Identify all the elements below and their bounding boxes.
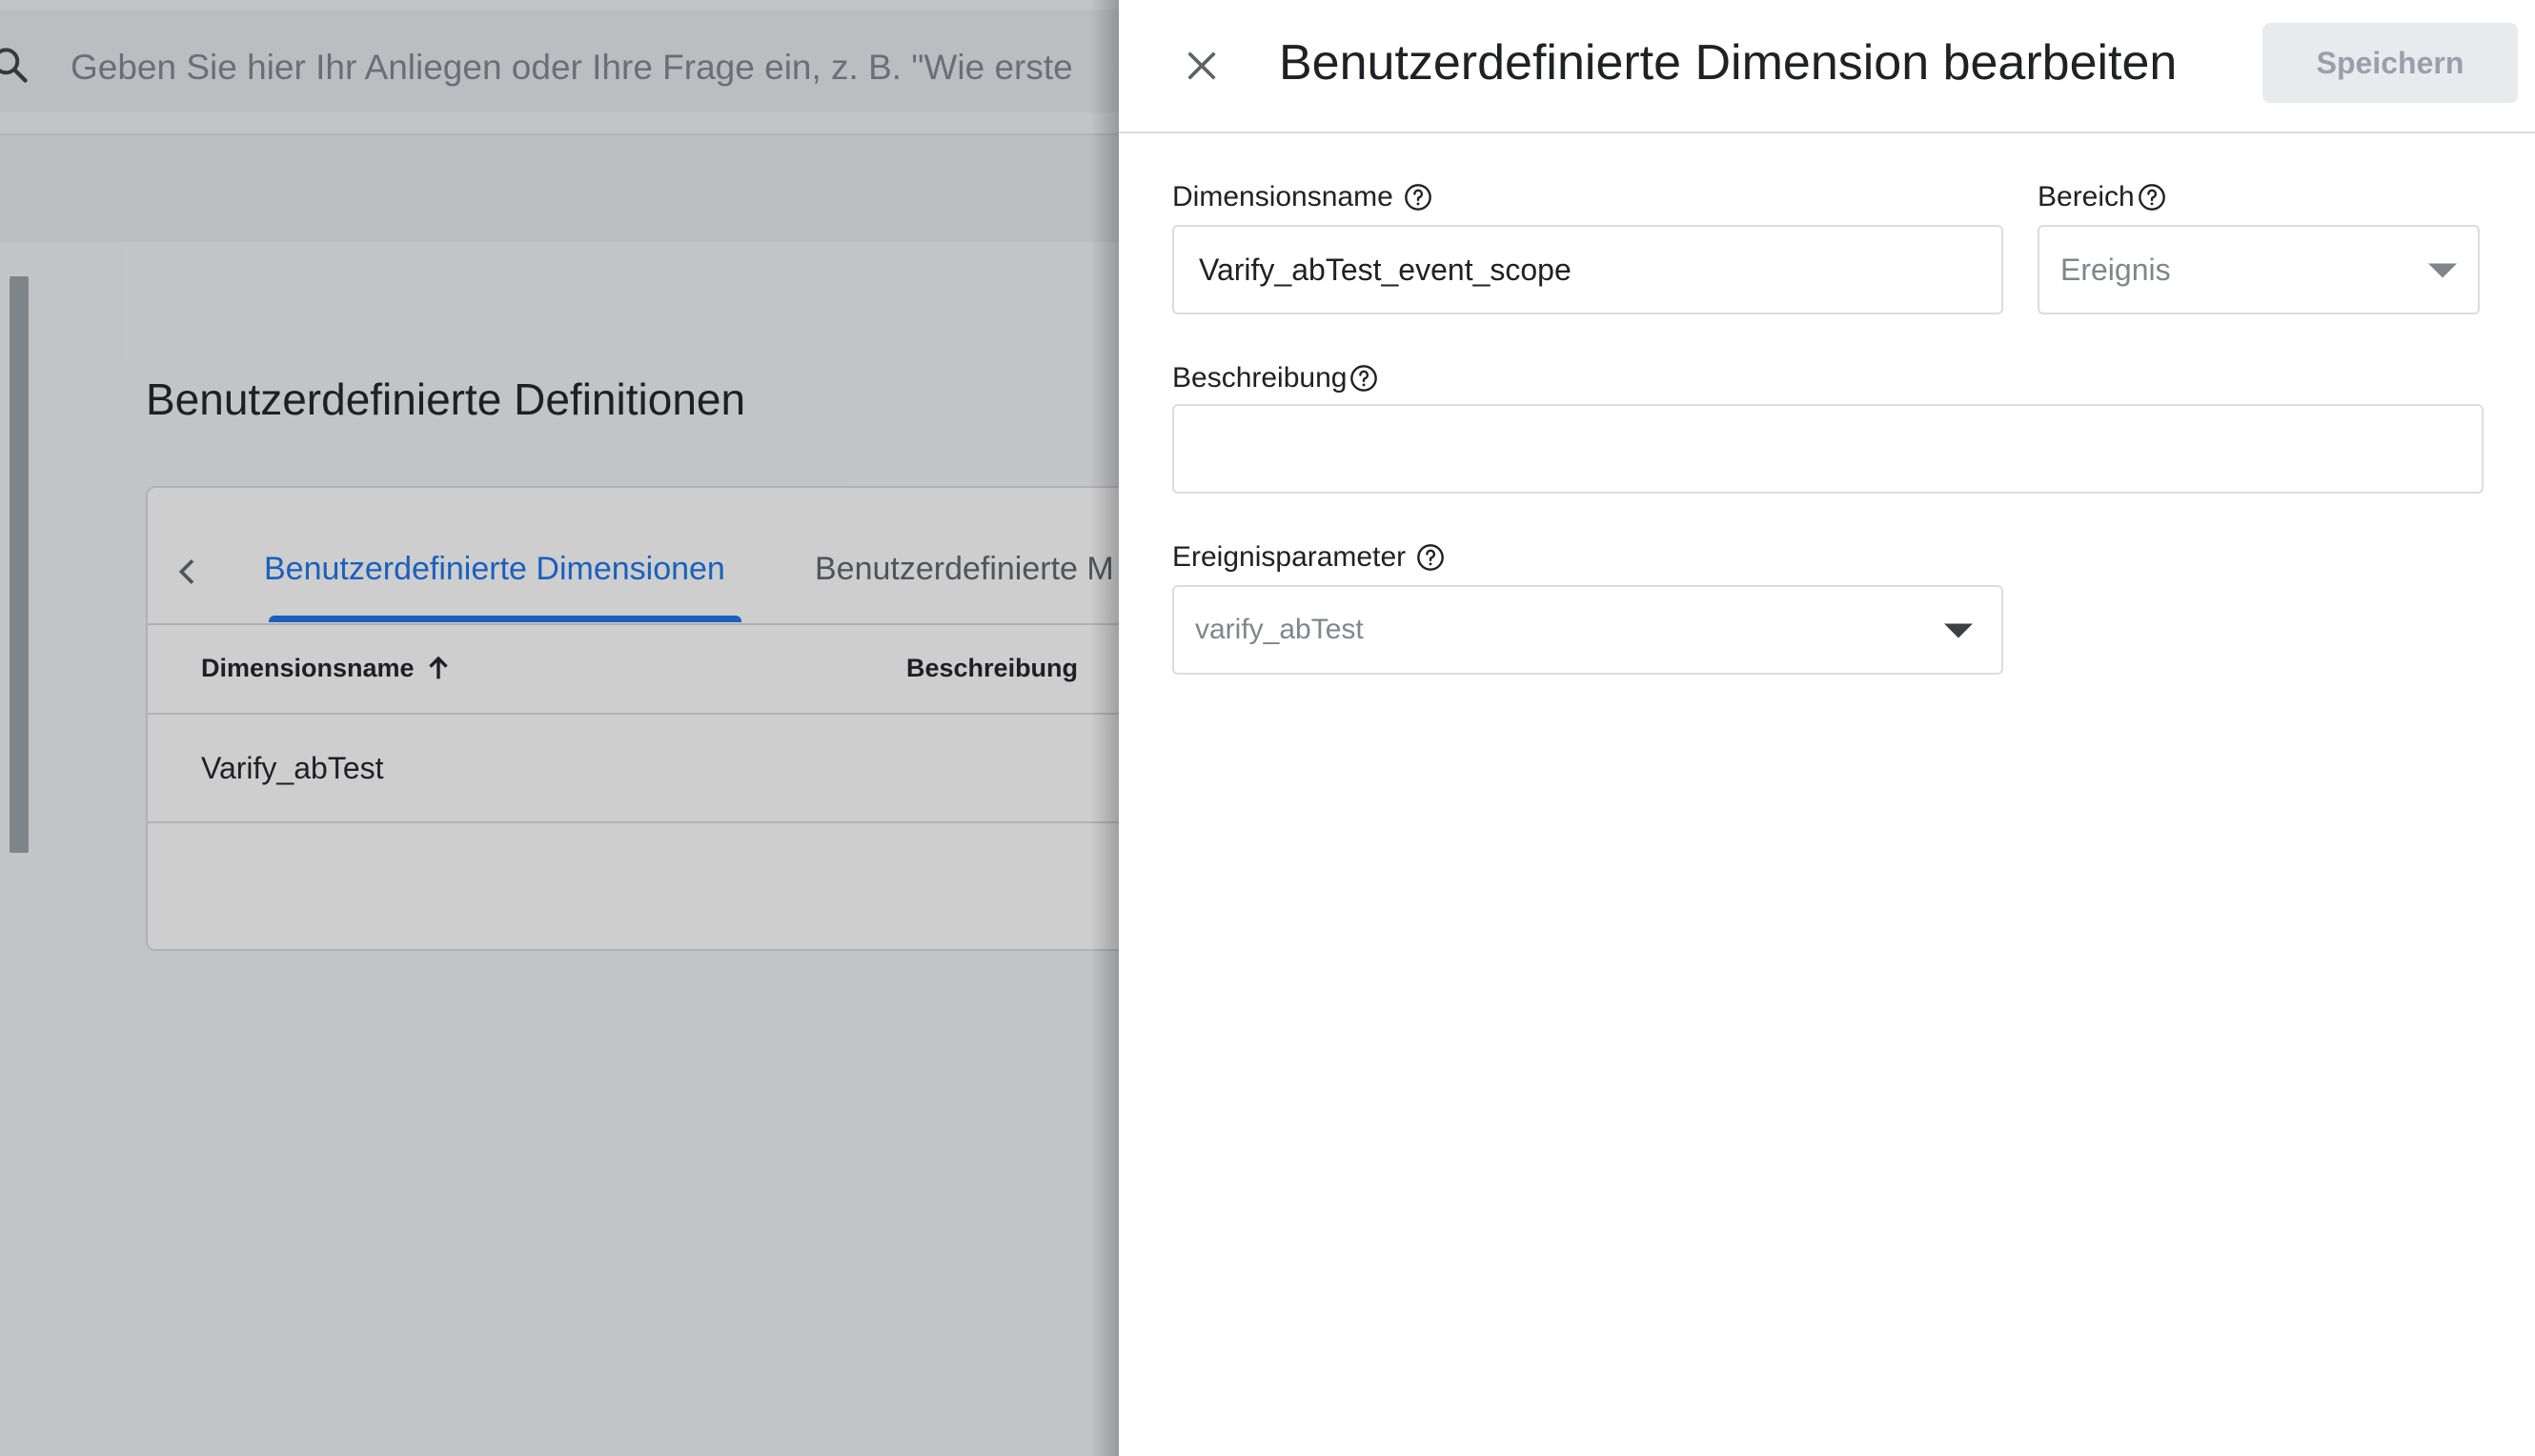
dropdown-arrow-icon [1944,623,1973,638]
panel-header: Benutzerdefinierte Dimension bearbeiten … [1119,0,2535,133]
description-field[interactable] [1172,404,2484,494]
help-icon[interactable] [1349,363,1379,394]
help-icon[interactable] [2137,182,2167,212]
event-parameter-label-text: Ereignisparameter [1172,541,1407,573]
help-icon[interactable] [1415,542,1446,573]
help-icon[interactable] [1403,182,1433,212]
description-label-text: Beschreibung [1172,362,1348,394]
dimension-name-label-text: Dimensionsname [1172,181,1393,212]
scope-select[interactable]: Ereignis [2038,225,2480,314]
scope-label-text: Bereich [2038,181,2135,212]
save-button[interactable]: Speichern [2262,23,2518,103]
scope-select-value: Ereignis [2060,252,2171,287]
panel-shadow [1090,0,1119,1456]
event-parameter-label: Ereignisparameter [1172,541,1446,574]
panel-title: Benutzerdefinierte Dimension bearbeiten [1279,35,2178,91]
scope-label: Bereich [2038,181,2167,213]
edit-dimension-panel: Benutzerdefinierte Dimension bearbeiten … [1119,0,2535,1456]
dimension-name-field[interactable]: Varify_abTest_event_scope [1172,225,2003,314]
dimension-name-label: Dimensionsname [1172,181,1433,213]
close-button[interactable] [1172,36,1231,95]
modal-scrim[interactable] [0,0,1119,1456]
description-label: Beschreibung [1172,362,1379,394]
event-parameter-select[interactable]: varify_abTest [1172,585,2003,675]
event-parameter-select-value: varify_abTest [1195,614,1364,645]
dropdown-arrow-icon [2428,263,2457,278]
close-icon [1187,51,1216,80]
